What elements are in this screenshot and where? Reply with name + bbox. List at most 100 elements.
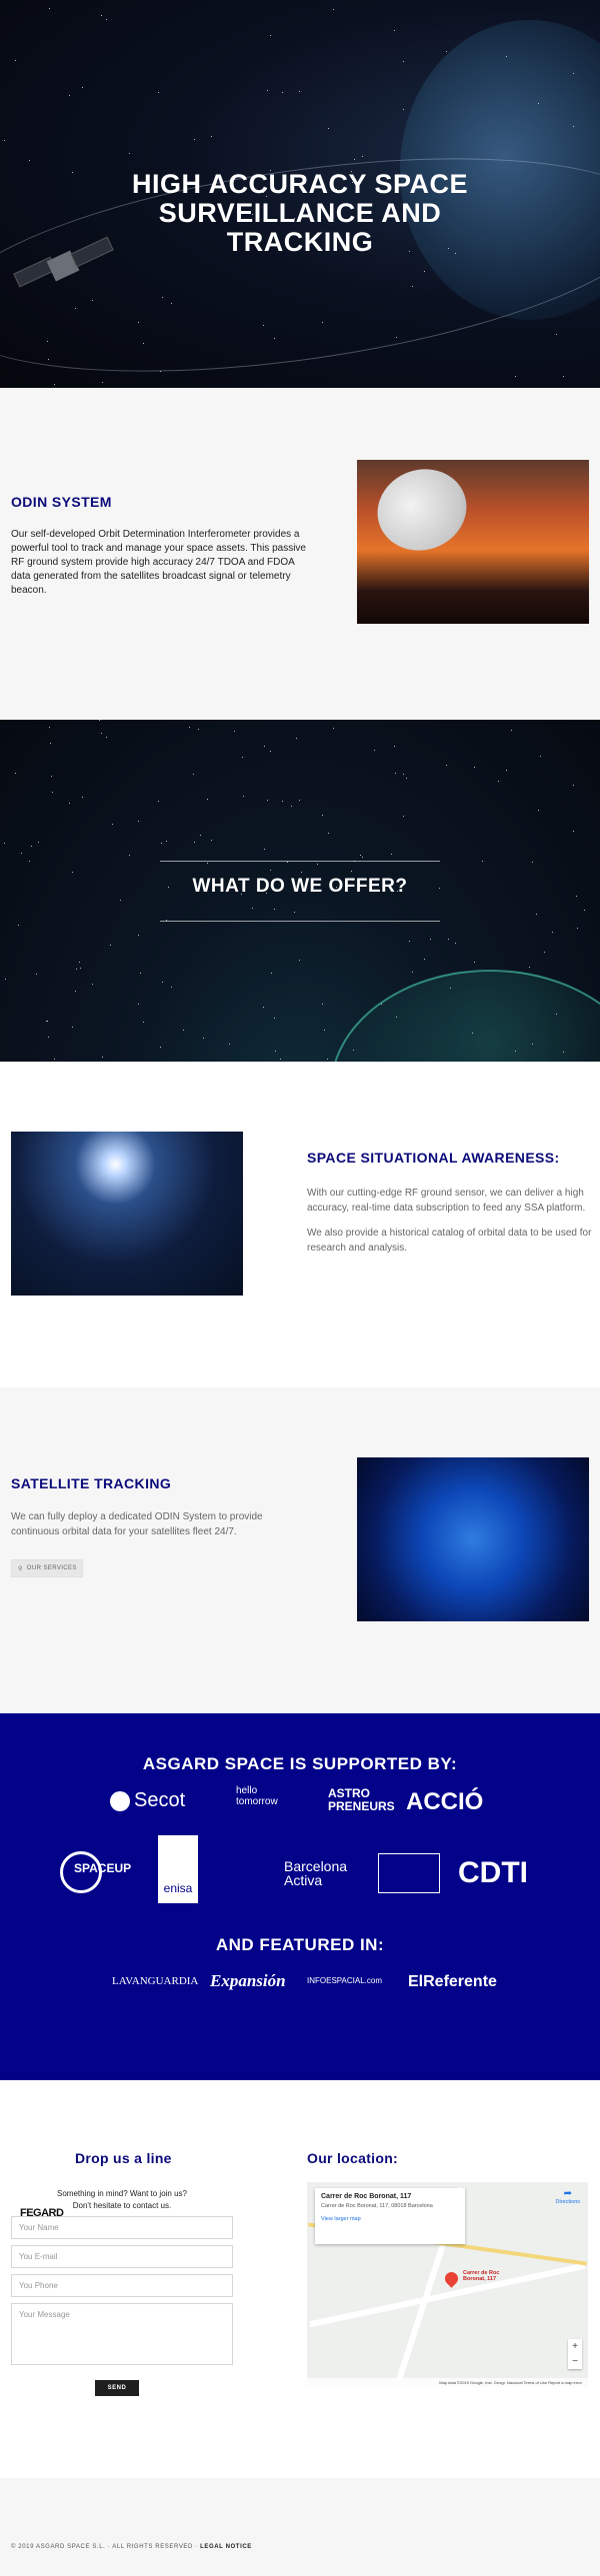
star-dot <box>531 862 533 864</box>
star-dot <box>92 299 94 301</box>
star-dot <box>573 784 575 786</box>
enisa-logo: enisa <box>158 1835 198 1903</box>
star-dot <box>170 303 172 305</box>
star-dot <box>160 842 162 844</box>
star-dot <box>403 108 405 110</box>
star-dot <box>80 967 82 969</box>
star-dot <box>273 338 275 340</box>
map-place-name: Carrer de Roc Boronat, 117 <box>321 2193 412 2200</box>
star-dot <box>270 972 272 974</box>
star-dot <box>81 86 83 88</box>
star-dot <box>411 972 413 974</box>
map-zoom-control[interactable]: + − <box>568 2339 582 2369</box>
star-dot <box>105 737 107 739</box>
infoespacial-logo: INFOESPACIAL.com <box>307 1976 382 1985</box>
star-dot <box>263 1006 265 1008</box>
our-location-heading: Our location: <box>307 2150 399 2166</box>
star-dot <box>498 781 500 782</box>
star-dot <box>430 938 432 940</box>
star-dot <box>543 951 545 953</box>
star-dot <box>322 322 324 324</box>
star-dot <box>69 803 71 805</box>
star-dot <box>552 931 554 933</box>
view-larger-map-link[interactable]: View larger map <box>321 2216 459 2222</box>
star-dot <box>211 135 213 137</box>
star-dot <box>411 286 413 288</box>
hello-tomorrow-logo: hello tomorrow <box>236 1785 278 1807</box>
star-dot <box>162 982 164 984</box>
star-dot <box>267 90 269 92</box>
map-address: Carrer de Roc Boronat, 117, 08018 Barcel… <box>321 2203 433 2209</box>
star-dot <box>53 1058 55 1060</box>
star-dot <box>286 861 288 863</box>
star-dot <box>294 911 296 913</box>
zoom-in-icon[interactable]: + <box>568 2339 582 2354</box>
star-dot <box>188 727 190 729</box>
star-dot <box>353 159 355 161</box>
star-dot <box>102 1057 104 1059</box>
featured-heading: AND FEATURED IN: <box>215 1935 385 1954</box>
divider-bottom <box>160 921 440 922</box>
star-dot <box>474 766 476 768</box>
star-dot <box>143 1022 145 1024</box>
legal-notice-link[interactable]: LEGAL NOTICE <box>200 2544 252 2550</box>
odin-heading: ODIN SYSTEM <box>11 494 112 510</box>
star-dot <box>361 857 363 859</box>
star-dot <box>323 1029 325 1031</box>
name-field[interactable]: Your Name <box>11 2216 233 2239</box>
phone-field[interactable]: You Phone <box>11 2274 233 2297</box>
star-dot <box>160 1047 162 1049</box>
star-dot <box>165 920 167 922</box>
message-field[interactable]: Your Message <box>11 2303 233 2365</box>
tracking-section: SATELLITE TRACKING We can fully deploy a… <box>0 1387 600 1713</box>
star-dot <box>270 34 272 36</box>
star-dot <box>573 73 575 75</box>
star-dot <box>129 854 131 856</box>
send-button[interactable]: SEND <box>95 2380 139 2396</box>
star-dot <box>17 925 19 927</box>
hero-section: HIGH ACCURACY SPACE SURVEILLANCE AND TRA… <box>0 0 600 388</box>
star-dot <box>75 991 77 993</box>
star-dot <box>296 737 298 739</box>
directions-link[interactable]: ➦ Directions <box>556 2188 580 2205</box>
star-dot <box>556 1014 558 1016</box>
star-dot <box>76 969 78 971</box>
star-dot <box>49 727 51 729</box>
star-dot <box>165 840 167 842</box>
zoom-out-icon[interactable]: − <box>568 2354 582 2369</box>
star-dot <box>162 297 164 299</box>
star-dot <box>120 900 122 902</box>
star-dot <box>234 730 236 732</box>
star-dot <box>46 1021 48 1023</box>
star-dot <box>583 909 585 911</box>
star-dot <box>251 908 253 910</box>
star-dot <box>51 791 53 793</box>
contact-section: Drop us a line Our location: Something i… <box>0 2080 600 2478</box>
star-dot <box>316 864 318 866</box>
star-dot <box>455 943 457 945</box>
star-dot <box>505 56 507 58</box>
map-pin-icon[interactable] <box>442 2269 461 2288</box>
star-dot <box>573 126 575 128</box>
email-field[interactable]: You E-mail <box>11 2245 233 2268</box>
star-dot <box>361 155 363 157</box>
offer-heading: WHAT DO WE OFFER? <box>192 876 408 897</box>
star-dot <box>36 973 38 975</box>
star-dot <box>298 960 300 962</box>
star-dot <box>263 849 265 850</box>
star-dot <box>394 746 396 748</box>
footer: © 2019 ASGARD SPACE S.L. · ALL RIGHTS RE… <box>0 2478 600 2576</box>
star-dot <box>14 772 16 774</box>
star-dot <box>445 765 447 767</box>
star-dot <box>537 810 539 812</box>
star-dot <box>81 796 83 798</box>
expansion-logo: Expansión <box>210 1971 286 1990</box>
star-dot <box>299 91 301 93</box>
map-pin-label: Carrer de Roc Boronat, 117 <box>463 2270 500 2282</box>
star-dot <box>47 1036 49 1038</box>
star-dot <box>391 853 393 855</box>
star-dot <box>242 796 244 798</box>
location-map[interactable]: Carrer de Roc Boronat, 117 Carrer de Roc… <box>307 2182 588 2387</box>
our-services-button[interactable]: ⚲ OUR SERVICES <box>11 1559 83 1577</box>
star-dot <box>14 59 16 61</box>
